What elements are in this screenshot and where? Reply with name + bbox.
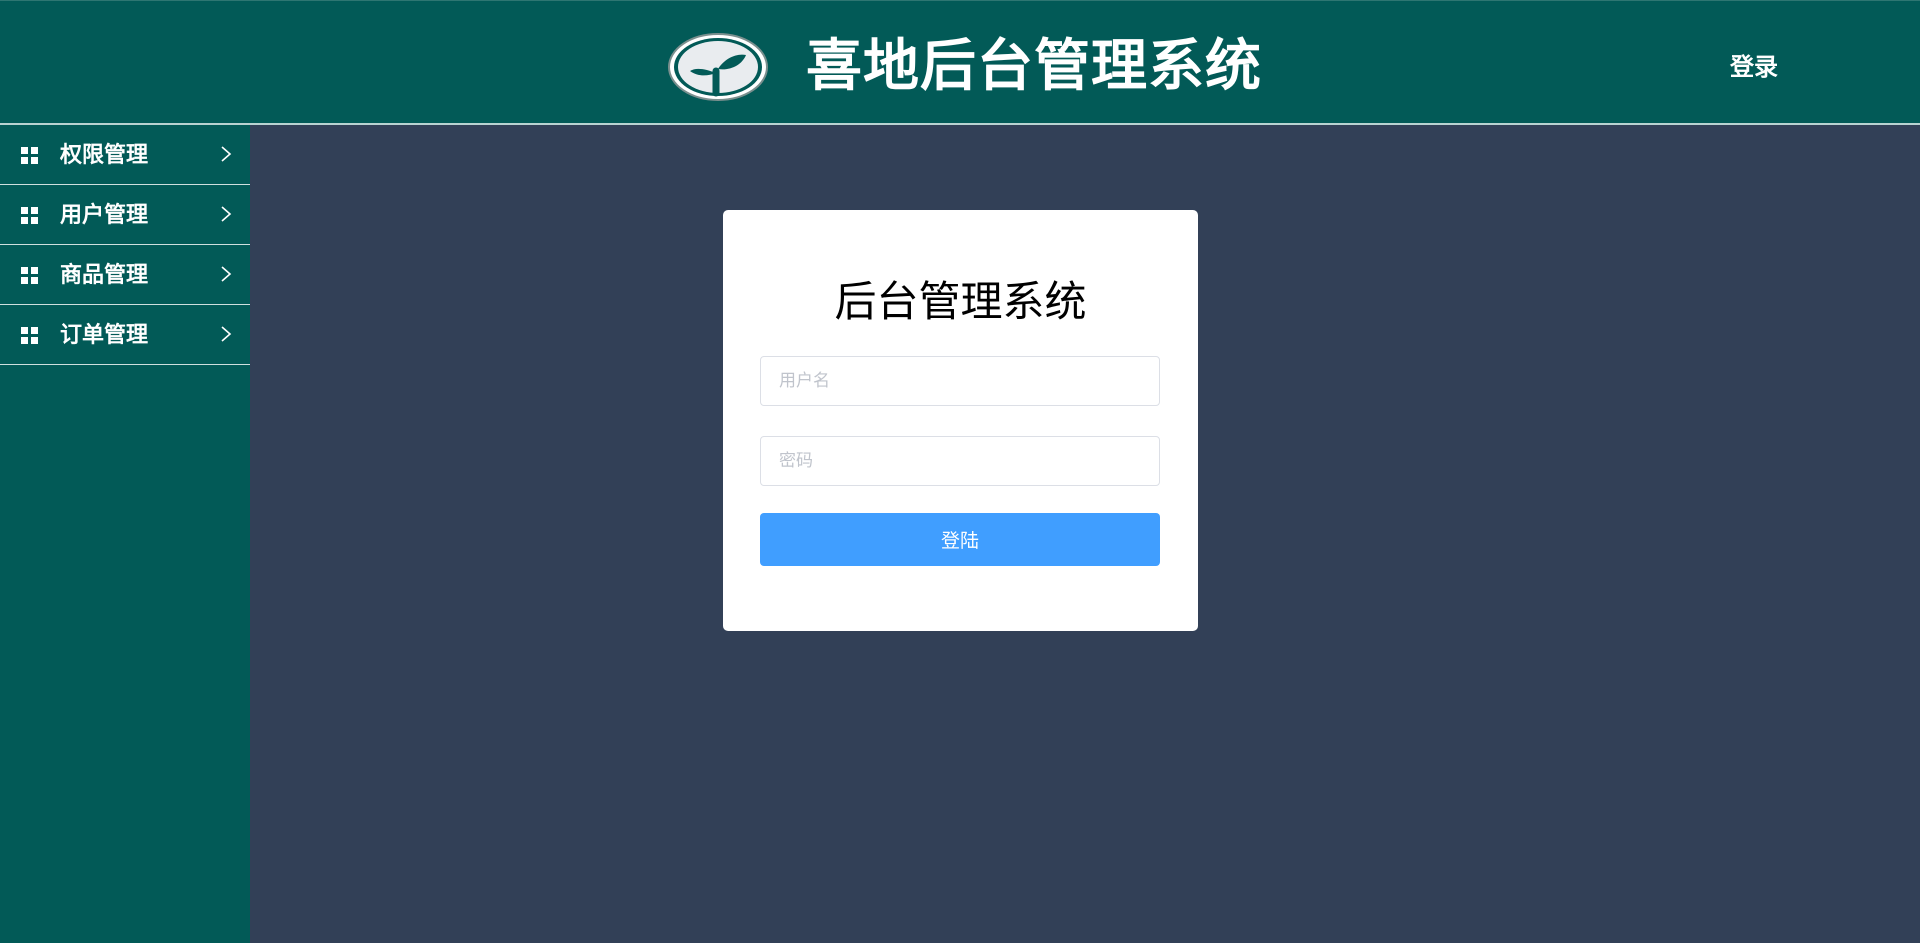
sidebar-item-orders[interactable]: 订单管理 (0, 305, 250, 365)
sidebar-item-products[interactable]: 商品管理 (0, 245, 250, 305)
sprout-logo-icon (668, 33, 768, 101)
sidebar: 权限管理 用户管理 商品管理 订单管理 (0, 125, 250, 943)
login-card: 后台管理系统 登陆 (723, 210, 1198, 631)
chevron-right-icon (221, 326, 232, 342)
sidebar-item-label: 订单管理 (60, 323, 149, 348)
grid-icon (21, 207, 39, 225)
grid-icon (21, 327, 39, 345)
login-button[interactable]: 登陆 (760, 513, 1160, 566)
login-title: 后台管理系统 (834, 277, 1087, 326)
sidebar-item-label: 商品管理 (60, 263, 149, 288)
grid-icon (21, 147, 39, 165)
sidebar-item-permissions[interactable]: 权限管理 (0, 125, 250, 185)
password-input[interactable] (760, 436, 1160, 486)
app-title: 喜地后台管理系统 (806, 34, 1262, 99)
grid-icon (21, 267, 39, 285)
username-input[interactable] (760, 356, 1160, 406)
sidebar-item-label: 权限管理 (60, 143, 149, 168)
sidebar-item-label: 用户管理 (60, 203, 149, 228)
header-divider (0, 123, 1920, 125)
chevron-right-icon (221, 146, 232, 162)
top-header: 喜地后台管理系统 登录 (0, 0, 1920, 124)
brand: 喜地后台管理系统 (666, 31, 1262, 103)
chevron-right-icon (221, 266, 232, 282)
login-link[interactable]: 登录 (1730, 47, 1778, 82)
sidebar-item-users[interactable]: 用户管理 (0, 185, 250, 245)
chevron-right-icon (221, 206, 232, 222)
